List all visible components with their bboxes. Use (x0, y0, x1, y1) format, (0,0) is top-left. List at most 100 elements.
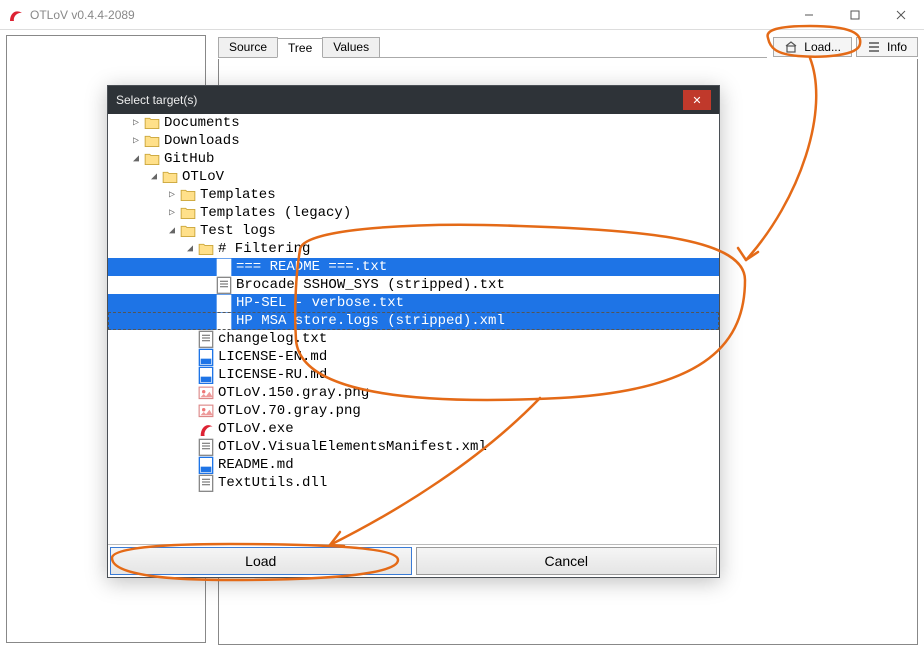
tree-toggle-spacer (184, 424, 196, 435)
tree-node[interactable]: ◢ # Filtering (108, 240, 719, 258)
tab-source[interactable]: Source (218, 37, 278, 57)
dialog-cancel-button[interactable]: Cancel (416, 547, 718, 575)
tree-node-label: HP-SEL - verbose.txt (236, 295, 404, 311)
tab-bar: Source Tree Values (218, 37, 767, 58)
tree-node[interactable]: ◢ Test logs (108, 222, 719, 240)
close-button[interactable] (878, 0, 924, 29)
tree-node[interactable]: Brocade SSHOW_SYS (stripped).txt (108, 276, 719, 294)
tree-toggle-icon[interactable]: ◢ (166, 225, 178, 237)
tree-node-label: Templates (legacy) (200, 205, 351, 221)
folder-icon (162, 169, 178, 185)
close-icon (896, 10, 906, 20)
menu-icon (867, 40, 881, 54)
folder-icon (180, 223, 196, 239)
tree-node[interactable]: HP MSA store.logs (stripped).xml (108, 312, 719, 330)
window-title: OTLoV v0.4.4-2089 (30, 8, 786, 22)
dialog-cancel-label: Cancel (544, 553, 588, 569)
file-icon (216, 295, 232, 311)
tree-node-label: HP MSA store.logs (stripped).xml (236, 313, 505, 329)
tree-toggle-icon[interactable]: ◢ (184, 243, 196, 255)
info-button-label: Info (887, 40, 907, 54)
md-icon (198, 349, 214, 365)
tree-toggle-icon[interactable]: ▷ (166, 189, 178, 201)
tree-toggle-spacer (184, 388, 196, 399)
folder-icon (180, 187, 196, 203)
dialog-titlebar[interactable]: Select target(s) ✕ (108, 86, 719, 114)
tree-node-label: Test logs (200, 223, 276, 239)
tree-toggle-spacer (184, 460, 196, 471)
folder-icon (144, 115, 160, 131)
maximize-button[interactable] (832, 0, 878, 29)
md-icon (198, 457, 214, 473)
tree-toggle-spacer (184, 478, 196, 489)
tree-node[interactable]: OTLoV.exe (108, 420, 719, 438)
dialog-load-label: Load (245, 553, 276, 569)
tab-values[interactable]: Values (322, 37, 380, 57)
tree-node[interactable]: ◢ OTLoV (108, 168, 719, 186)
info-button[interactable]: Info (856, 37, 918, 57)
tree-node[interactable]: ▷Downloads (108, 132, 719, 150)
tree-toggle-spacer (184, 406, 196, 417)
load-icon (784, 40, 798, 54)
img-icon (198, 403, 214, 419)
dialog-close-button[interactable]: ✕ (683, 90, 711, 110)
tree-node[interactable]: HP-SEL - verbose.txt (108, 294, 719, 312)
file-icon (216, 277, 232, 293)
tree-toggle-spacer (202, 316, 214, 327)
tree-toggle-icon[interactable]: ▷ (166, 207, 178, 219)
tree-node[interactable]: ▷Documents (108, 114, 719, 132)
tree-toggle-icon[interactable]: ◢ (130, 153, 142, 165)
md-icon (198, 367, 214, 383)
load-button-label: Load... (804, 40, 841, 54)
tree-node[interactable]: LICENSE-EN.md (108, 348, 719, 366)
titlebar: OTLoV v0.4.4-2089 (0, 0, 924, 30)
tree-node[interactable]: === README ===.txt (108, 258, 719, 276)
maximize-icon (850, 10, 860, 20)
tree-node[interactable]: OTLoV.VisualElementsManifest.xml (108, 438, 719, 456)
folder-icon (144, 151, 160, 167)
folder-icon (180, 205, 196, 221)
minimize-icon (804, 10, 814, 20)
file-icon (216, 313, 232, 329)
tree-node-label: GitHub (164, 151, 214, 167)
tree-node-label: OTLoV.150.gray.png (218, 385, 369, 401)
tree-node-label: LICENSE-RU.md (218, 367, 327, 383)
tree-toggle-spacer (184, 370, 196, 381)
tree-node[interactable]: TextUtils.dll (108, 474, 719, 492)
file-icon (198, 439, 214, 455)
tree-node-label: # Filtering (218, 241, 310, 257)
tree-node-label: LICENSE-EN.md (218, 349, 327, 365)
tree-node[interactable]: ▷ Templates (legacy) (108, 204, 719, 222)
file-icon (198, 331, 214, 347)
tree-toggle-icon[interactable]: ▷ (130, 117, 142, 129)
exe-icon (198, 421, 214, 437)
dialog-tree[interactable]: ▷Documents▷Downloads ◢ GitHub ◢ OTLoV ▷ Templa… (108, 114, 719, 544)
tree-toggle-spacer (202, 280, 214, 291)
tree-node-label: Brocade SSHOW_SYS (stripped).txt (236, 277, 505, 293)
tree-toggle-icon[interactable]: ▷ (130, 135, 142, 147)
tree-toggle-spacer (184, 352, 196, 363)
tree-node[interactable]: ◢ GitHub (108, 150, 719, 168)
tree-toggle-icon[interactable]: ◢ (148, 171, 160, 183)
tree-node-label: Templates (200, 187, 276, 203)
tree-toggle-spacer (202, 298, 214, 309)
dialog-load-button[interactable]: Load (110, 547, 412, 575)
img-icon (198, 385, 214, 401)
tree-node-label: TextUtils.dll (218, 475, 327, 491)
tree-node[interactable]: ▷ Templates (108, 186, 719, 204)
tree-node[interactable]: OTLoV.150.gray.png (108, 384, 719, 402)
tab-tree[interactable]: Tree (277, 38, 323, 58)
tree-node-label: OTLoV (182, 169, 224, 185)
minimize-button[interactable] (786, 0, 832, 29)
tree-node-label: OTLoV.70.gray.png (218, 403, 361, 419)
tree-node-label: changelog.txt (218, 331, 327, 347)
tree-node[interactable]: README.md (108, 456, 719, 474)
tree-node[interactable]: LICENSE-RU.md (108, 366, 719, 384)
folder-icon (144, 133, 160, 149)
close-icon: ✕ (692, 94, 701, 107)
tree-node[interactable]: OTLoV.70.gray.png (108, 402, 719, 420)
tree-node-label: === README ===.txt (236, 259, 387, 275)
tree-toggle-spacer (184, 334, 196, 345)
load-button[interactable]: Load... (773, 37, 852, 57)
tree-node[interactable]: changelog.txt (108, 330, 719, 348)
